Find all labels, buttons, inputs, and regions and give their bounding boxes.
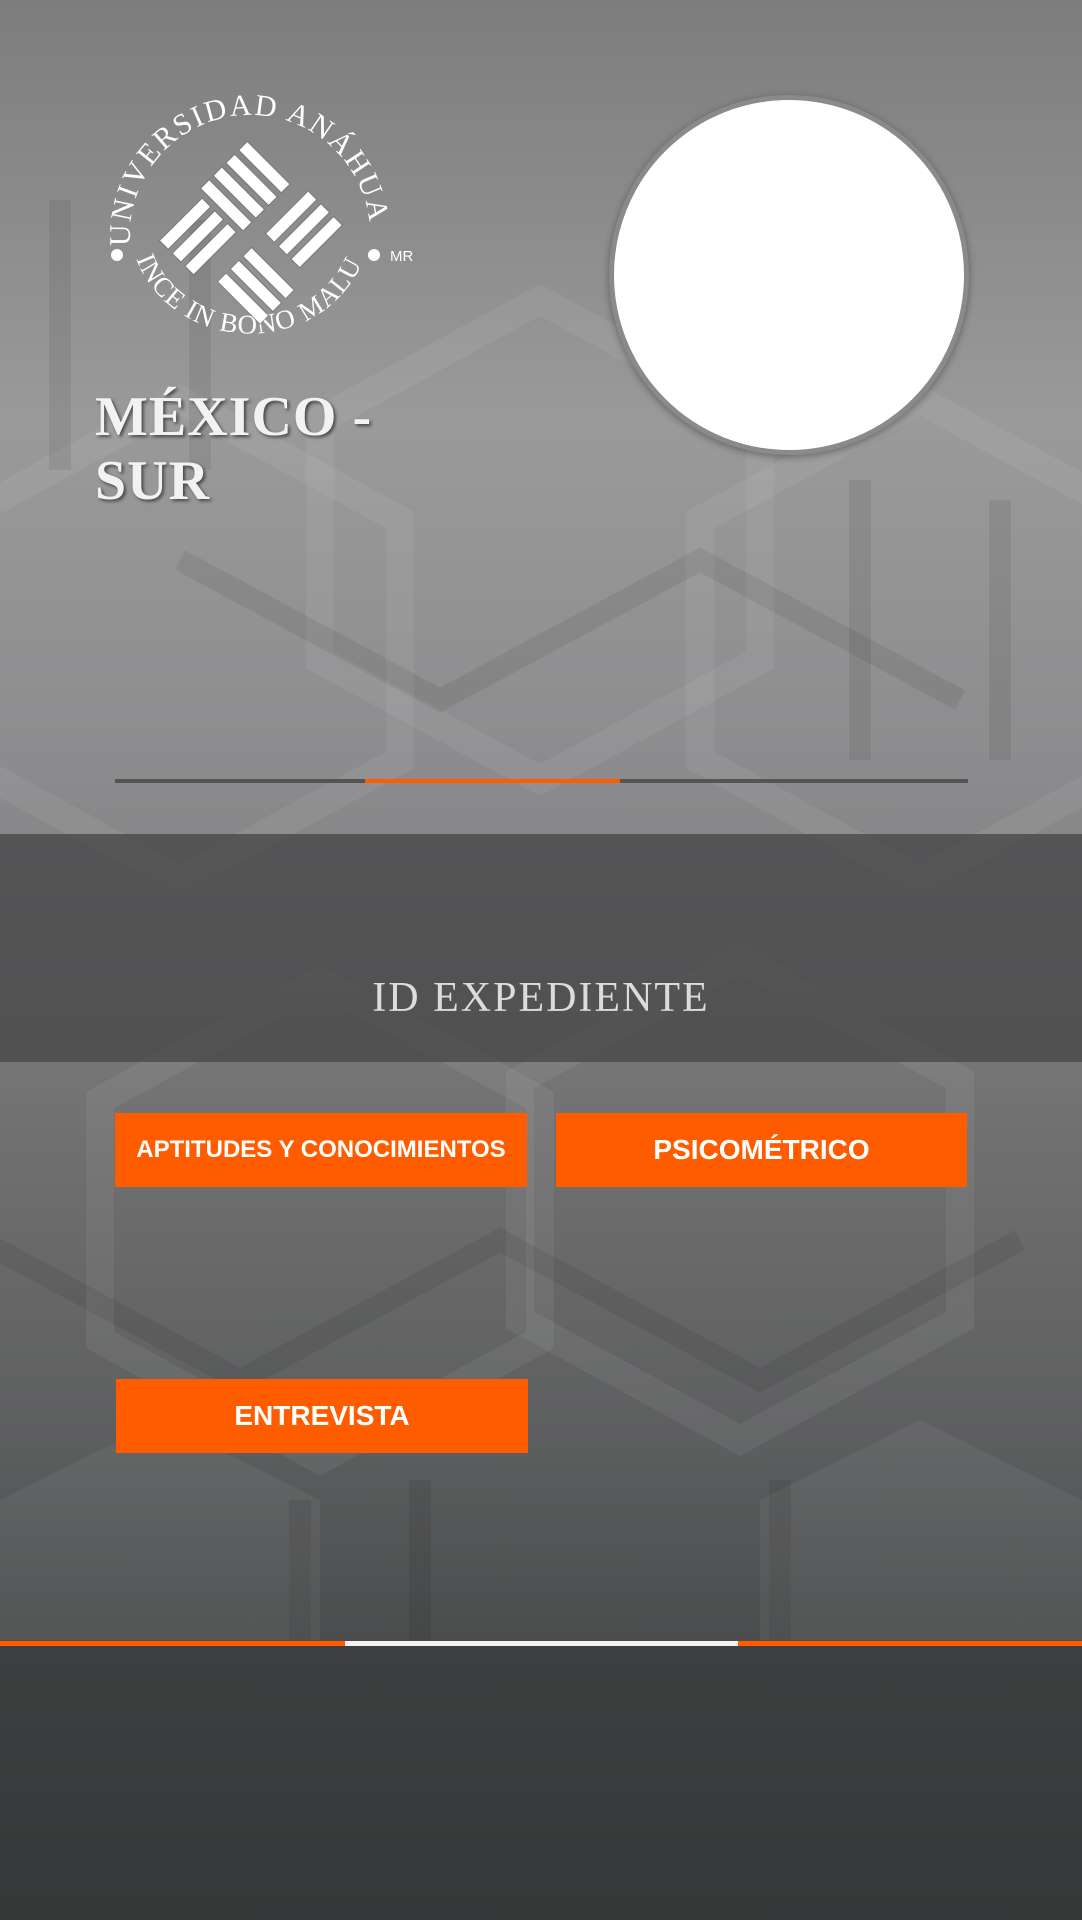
- aptitudes-button[interactable]: APTITUDES Y CONOCIMIENTOS: [115, 1113, 527, 1187]
- id-expediente-title: ID EXPEDIENTE: [372, 975, 710, 1021]
- progress-track: [115, 779, 968, 783]
- user-avatar[interactable]: [609, 95, 969, 455]
- university-seal-icon: UNIVERSIDAD ANÁHUAC VINCE IN BONO MALUM …: [90, 85, 413, 340]
- svg-text:MR: MR: [390, 248, 413, 265]
- id-expediente-band: ID EXPEDIENTE: [0, 834, 1082, 1062]
- university-logo: UNIVERSIDAD ANÁHUAC VINCE IN BONO MALUM …: [90, 85, 430, 512]
- psicometrico-button[interactable]: PSICOMÉTRICO: [556, 1113, 967, 1187]
- footer-bar: [0, 1646, 1082, 1920]
- entrevista-button[interactable]: ENTREVISTA: [116, 1379, 528, 1453]
- progress-indicator: [364, 779, 620, 783]
- campus-name: MÉXICO - SUR: [95, 386, 373, 512]
